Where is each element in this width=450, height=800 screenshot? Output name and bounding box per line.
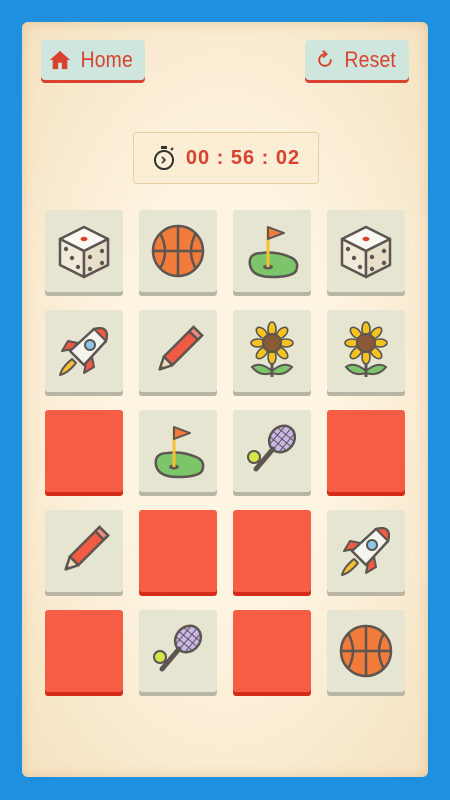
card-pencil[interactable]	[45, 510, 123, 592]
pencil-icon	[158, 325, 204, 371]
dice-icon	[340, 225, 392, 279]
home-label: Home	[80, 47, 134, 72]
sunflower-icon	[250, 321, 294, 377]
card-tennis[interactable]	[233, 410, 311, 492]
card-face-down[interactable]	[233, 610, 311, 692]
card-face-down[interactable]	[45, 410, 123, 492]
sunflower-icon	[344, 321, 388, 377]
card-dice[interactable]	[327, 210, 405, 292]
stopwatch-icon	[153, 146, 174, 170]
card-pencil[interactable]	[139, 310, 217, 392]
basketball-icon	[339, 624, 393, 678]
pencil-icon	[64, 525, 110, 571]
timer-value: 00 : 56 : 02	[185, 146, 301, 169]
card-face-down[interactable]	[327, 410, 405, 492]
card-sunflower[interactable]	[327, 310, 405, 392]
basketball-icon	[151, 224, 205, 278]
reset-label: Reset	[344, 47, 396, 72]
timer: 00 : 56 : 02	[133, 132, 319, 184]
card-golf[interactable]	[233, 210, 311, 292]
home-button[interactable]: Home	[41, 40, 145, 80]
rocket-icon	[341, 527, 390, 576]
dice-icon	[58, 225, 110, 279]
card-sunflower[interactable]	[233, 310, 311, 392]
card-dice[interactable]	[45, 210, 123, 292]
card-basketball[interactable]	[327, 610, 405, 692]
house-icon	[50, 50, 71, 70]
tennis-icon	[247, 424, 297, 472]
card-tennis[interactable]	[139, 610, 217, 692]
golf-icon	[154, 426, 205, 479]
card-face-down[interactable]	[233, 510, 311, 592]
tennis-icon	[153, 624, 203, 672]
card-rocket[interactable]	[327, 510, 405, 592]
card-face-down[interactable]	[45, 610, 123, 692]
reset-button[interactable]: Reset	[305, 40, 409, 80]
refresh-icon	[318, 50, 332, 67]
rocket-icon	[59, 327, 108, 376]
card-rocket[interactable]	[45, 310, 123, 392]
card-face-down[interactable]	[139, 510, 217, 592]
card-golf[interactable]	[139, 410, 217, 492]
golf-icon	[248, 226, 299, 279]
card-basketball[interactable]	[139, 210, 217, 292]
